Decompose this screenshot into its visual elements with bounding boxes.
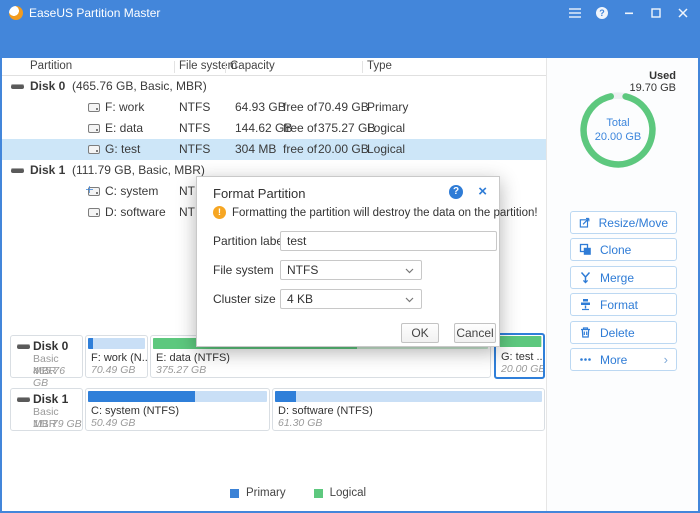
close-icon[interactable] <box>676 6 690 20</box>
table-header: Partition File system Capacity Type <box>2 58 546 76</box>
format-button[interactable]: Format <box>570 293 677 316</box>
file-system-select[interactable]: NTFS <box>280 260 422 280</box>
more-button[interactable]: More › <box>570 348 677 371</box>
map-cell-f-work[interactable]: F: work (N.. 70.49 GB <box>85 335 148 378</box>
primary-color-swatch <box>230 488 239 498</box>
cluster-size-select[interactable]: 4 KB <box>280 289 422 309</box>
legend-primary: Primary <box>230 487 286 499</box>
hdd-icon <box>11 168 24 173</box>
trash-icon <box>581 327 590 338</box>
right-panel: Used 19.70 GB Total 20.00 GB Resize/Move… <box>546 58 698 511</box>
col-partition: Partition <box>30 60 73 72</box>
cluster-size-label: Cluster size <box>213 292 276 306</box>
dialog-warning: ! Formatting the partition will destroy … <box>213 206 538 219</box>
maximize-icon[interactable] <box>649 6 663 20</box>
chevron-down-icon <box>405 268 414 274</box>
merge-icon <box>580 272 591 284</box>
map-cell-d-software[interactable]: D: software (NTFS) 61.30 GB <box>272 388 545 431</box>
hdd-icon <box>11 84 24 89</box>
svg-text:?: ? <box>599 8 605 18</box>
disk0-label: Disk 0 Basic MBR 465.76 GB <box>10 335 83 389</box>
help-icon[interactable]: ? <box>595 6 609 20</box>
disk1-label: Disk 1 Basic MBR 111.79 GB <box>10 388 83 431</box>
partition-label-label: Partition label <box>213 234 286 248</box>
menu-icon[interactable] <box>568 6 582 20</box>
drive-icon <box>88 124 100 133</box>
legend: Primary Logical <box>230 487 366 499</box>
col-file-system: File system <box>179 60 238 72</box>
drive-icon <box>88 208 100 217</box>
map-cell-c-system[interactable]: C: system (NTFS) 50.49 GB <box>85 388 270 431</box>
titlebar: EaseUS Partition Master ? <box>0 0 700 26</box>
dialog-close-icon[interactable]: × <box>478 183 487 201</box>
window-title: EaseUS Partition Master <box>29 6 161 20</box>
more-dots-icon <box>580 358 591 361</box>
partition-row-e-data[interactable]: E: data NTFS 144.62 GB free of 375.27 GB… <box>2 118 546 139</box>
delete-button[interactable]: Delete <box>570 321 677 344</box>
ok-button[interactable]: OK <box>401 323 439 343</box>
format-partition-dialog: Format Partition ? × ! Formatting the pa… <box>196 176 538 347</box>
dialog-title: Format Partition <box>213 186 306 201</box>
warning-icon: ! <box>213 206 226 219</box>
merge-button[interactable]: Merge <box>570 266 677 289</box>
hdd-icon <box>17 344 30 349</box>
chevron-right-icon: › <box>663 352 668 367</box>
app-window: EaseUS Partition Master ? Partition File… <box>0 0 700 513</box>
toolbar: ▶ No operations pending Migrate OS Clone… <box>0 26 700 81</box>
disk0-row[interactable]: Disk 0 (465.76 GB, Basic, MBR) <box>2 76 546 97</box>
drive-icon <box>88 145 100 154</box>
partition-row-f-work[interactable]: F: work NTFS 64.93 GB free of 70.49 GB P… <box>2 97 546 118</box>
drive-icon <box>88 103 100 112</box>
dialog-help-icon[interactable]: ? <box>449 185 463 199</box>
partition-label-input[interactable] <box>280 231 497 251</box>
map-cell-g-test-selected[interactable]: G: test ... 20.00 GB <box>494 333 545 379</box>
legend-logical: Logical <box>313 487 366 499</box>
file-system-label: File system <box>213 263 274 277</box>
col-type: Type <box>367 60 392 72</box>
cancel-button[interactable]: Cancel <box>454 323 496 343</box>
partition-row-g-test-selected[interactable]: G: test NTFS 304 MB free of 20.00 GB Log… <box>2 139 546 160</box>
logical-color-swatch <box>313 488 323 498</box>
col-capacity: Capacity <box>230 60 275 72</box>
resize-move-button[interactable]: Resize/Move <box>570 211 677 234</box>
clone-action-button[interactable]: Clone <box>570 238 677 261</box>
format-icon <box>581 299 590 311</box>
minimize-icon[interactable] <box>622 6 636 20</box>
easeus-logo-icon <box>9 6 23 20</box>
donut-center-label: Total 20.00 GB <box>594 117 642 143</box>
resize-icon <box>579 217 590 228</box>
clone-icon <box>579 243 591 255</box>
chevron-down-icon <box>405 297 414 303</box>
hdd-icon <box>17 397 30 402</box>
